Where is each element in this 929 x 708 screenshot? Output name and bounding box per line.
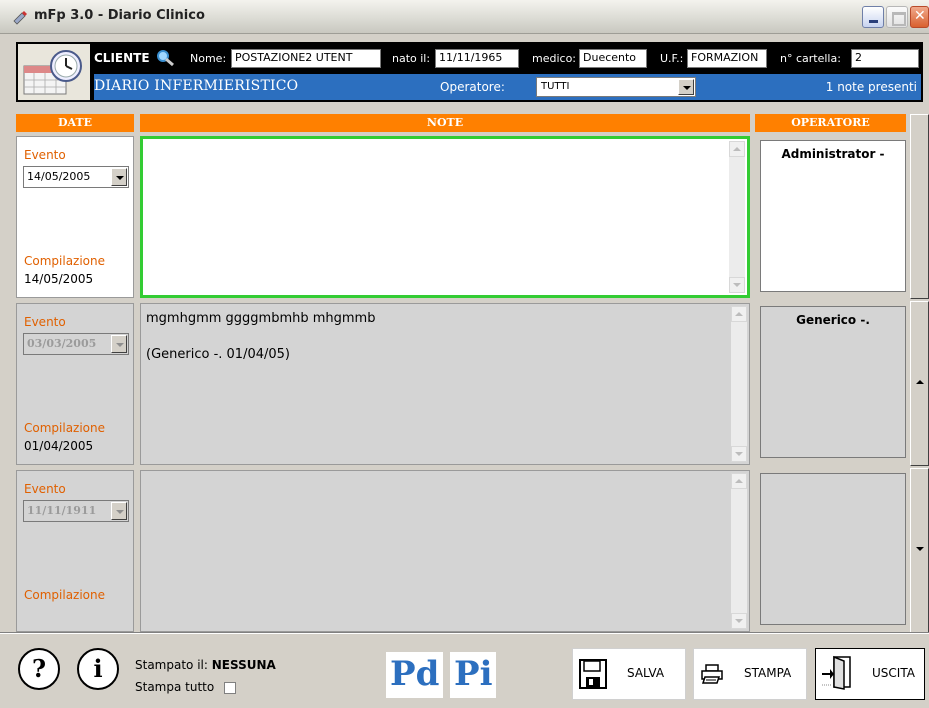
scroll-up-icon[interactable]	[731, 306, 747, 322]
scroll-up-icon[interactable]	[731, 473, 747, 489]
compilazione-date: 01/04/2005	[24, 439, 94, 453]
stampa-label: STAMPA	[744, 666, 792, 680]
scroll-down-button[interactable]	[910, 468, 929, 633]
info-icon: i	[93, 654, 103, 683]
evento-date-select[interactable]: 14/05/2005	[23, 166, 129, 188]
record-operator	[760, 473, 906, 625]
close-button[interactable]	[910, 6, 929, 28]
cartella-label: n° cartella:	[780, 52, 841, 65]
arrow-down-icon	[916, 547, 924, 551]
evento-label: Evento	[24, 315, 66, 329]
evento-date-select[interactable]: 03/03/2005	[23, 333, 129, 355]
evento-date-value: 11/11/1911	[27, 504, 97, 517]
record-date-cell: Evento 11/11/1911 Compilazione	[16, 470, 134, 632]
help-button[interactable]: ?	[18, 648, 60, 690]
note-scrollbar[interactable]	[731, 306, 747, 462]
compilazione-label: Compilazione	[24, 254, 106, 268]
evento-label: Evento	[24, 482, 66, 496]
title-bar: mFp 3.0 - Diario Clinico	[0, 0, 929, 34]
app-icon	[13, 11, 27, 25]
printer-icon	[701, 664, 723, 684]
nome-field[interactable]: POSTAZIONE2 UTENT	[231, 49, 381, 68]
scroll-down-icon[interactable]	[729, 277, 745, 293]
evento-date-select[interactable]: 11/11/1911	[23, 500, 129, 522]
diario-bar: DIARIO INFERMIERISTICO Operatore: TUTTI …	[94, 74, 921, 100]
stampa-button[interactable]: STAMPA	[693, 648, 807, 700]
uscita-button[interactable]: USCITA	[815, 648, 925, 700]
salva-button[interactable]: SALVA	[572, 648, 686, 700]
chevron-down-icon[interactable]	[111, 168, 127, 186]
compilazione-date: 14/05/2005	[24, 272, 94, 286]
record-note-editor[interactable]	[140, 136, 750, 298]
operatore-select-value: TUTTI	[541, 81, 570, 92]
record-date-cell: Evento 14/05/2005 Compilazione 14/05/200…	[16, 136, 134, 298]
record-operator: Generico -.	[760, 306, 906, 458]
scroll-down-icon[interactable]	[731, 446, 747, 462]
operatore-label: Operatore:	[440, 80, 505, 94]
cliente-label: CLIENTE	[94, 51, 150, 65]
record-date-cell: Evento 03/03/2005 Compilazione 01/04/200…	[16, 303, 134, 465]
diario-title: DIARIO INFERMIERISTICO	[94, 78, 299, 94]
cartella-field[interactable]: 2	[851, 49, 919, 68]
exit-door-icon	[822, 655, 851, 690]
stampa-tutto-label: Stampa tutto	[135, 680, 215, 694]
minimize-button[interactable]	[862, 6, 884, 28]
note-scrollbar[interactable]	[729, 141, 745, 293]
client-header: CLIENTE Nome: POSTAZIONE2 UTENT nato il:…	[16, 42, 923, 102]
window-title: mFp 3.0 - Diario Clinico	[34, 8, 205, 23]
operatore-select[interactable]: TUTTI	[536, 77, 696, 97]
info-button[interactable]: i	[77, 648, 119, 690]
stampa-tutto-checkbox[interactable]	[224, 681, 237, 694]
evento-date-value: 14/05/2005	[27, 170, 91, 183]
stamp-info: Stampato il: NESSUNA Stampa tutto	[135, 654, 276, 698]
column-header-note: NOTE	[140, 114, 750, 132]
salva-label: SALVA	[627, 666, 665, 680]
column-header-date: DATE	[16, 114, 134, 132]
record-note-editor[interactable]: mgmhgmm ggggmbmhb mhgmmb (Generico -. 01…	[140, 303, 750, 465]
scroll-up-button[interactable]	[910, 301, 929, 466]
medico-field[interactable]: Duecento	[579, 49, 647, 68]
calendar-clock-icon	[18, 44, 90, 100]
client-info-row: CLIENTE Nome: POSTAZIONE2 UTENT nato il:…	[94, 44, 921, 72]
stampato-label: Stampato il:	[135, 658, 208, 672]
note-line: (Generico -. 01/04/05)	[146, 347, 290, 362]
pi-button[interactable]: Pi	[450, 652, 497, 698]
maximize-button[interactable]	[886, 6, 908, 28]
compilazione-label: Compilazione	[24, 588, 106, 602]
question-icon: ?	[31, 654, 47, 683]
scroll-segment[interactable]	[910, 114, 929, 299]
arrow-up-icon	[916, 380, 924, 384]
nato-label: nato il:	[392, 52, 431, 65]
note-count: 1 note presenti	[825, 80, 917, 94]
column-header-operatore: OPERATORE	[755, 114, 906, 132]
note-text[interactable]: mgmhgmm ggggmbmhb mhgmmb (Generico -. 01…	[146, 310, 375, 364]
record-note-editor[interactable]	[140, 470, 750, 632]
evento-label: Evento	[24, 148, 66, 162]
chevron-down-icon[interactable]	[678, 79, 694, 95]
note-scrollbar[interactable]	[731, 473, 747, 629]
note-line: mgmhgmm ggggmbmhb mhgmmb	[146, 311, 376, 326]
scroll-up-icon[interactable]	[729, 141, 745, 157]
uf-field[interactable]: FORMAZION	[687, 49, 767, 68]
uscita-label: USCITA	[872, 666, 915, 680]
stampato-value: NESSUNA	[211, 658, 276, 672]
nome-label: Nome:	[190, 52, 227, 65]
footer-separator	[0, 632, 929, 634]
chevron-down-icon[interactable]	[111, 502, 127, 520]
medico-label: medico:	[532, 52, 577, 65]
pd-button[interactable]: Pd	[386, 652, 444, 698]
compilazione-label: Compilazione	[24, 421, 106, 435]
search-client-icon[interactable]	[154, 48, 176, 68]
chevron-down-icon[interactable]	[111, 335, 127, 353]
nato-field[interactable]: 11/11/1965	[435, 49, 519, 68]
evento-date-value: 03/03/2005	[27, 337, 97, 350]
scroll-down-icon[interactable]	[731, 613, 747, 629]
record-operator: Administrator -	[760, 140, 906, 292]
records-scrollbar[interactable]	[910, 114, 929, 634]
floppy-disk-icon	[579, 659, 607, 689]
uf-label: U.F.:	[660, 52, 684, 65]
